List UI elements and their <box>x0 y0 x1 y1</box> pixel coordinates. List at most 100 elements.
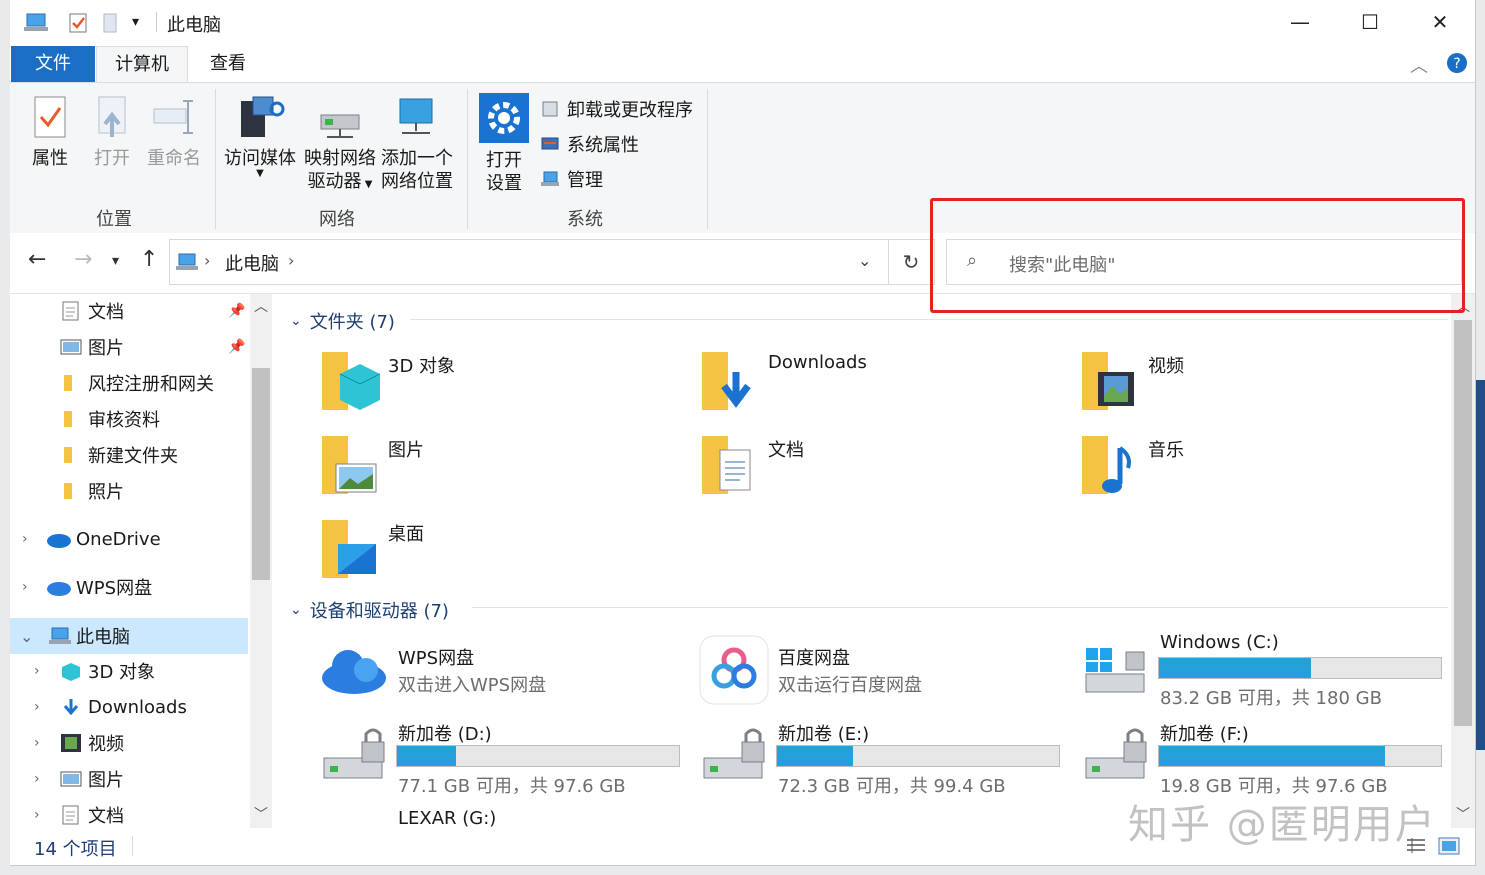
system-properties-button[interactable]: 系统属性 <box>540 130 639 158</box>
up-arrow-icon[interactable]: ↑ <box>140 247 158 272</box>
map-drive-label-line2: 驱动器 <box>307 171 362 192</box>
content-scroll-thumb[interactable] <box>1454 320 1472 726</box>
expand-chevron-icon[interactable]: › <box>34 807 40 823</box>
nav-item-documents[interactable]: › 文档 <box>10 798 250 828</box>
locked-drive-icon <box>323 728 385 779</box>
forward-arrow-icon[interactable]: → <box>74 247 92 272</box>
address-box[interactable]: › 此电脑 › ⌄ <box>169 239 889 285</box>
tab-view[interactable]: 查看 <box>196 46 260 82</box>
folder-desktop[interactable]: 桌面 <box>320 518 700 598</box>
nav-item-downloads[interactable]: › Downloads <box>10 690 250 724</box>
nav-item-wps-drive[interactable]: › WPS网盘 <box>10 570 250 604</box>
properties-button[interactable]: 属性 <box>24 95 76 170</box>
scroll-down-icon[interactable]: ﹀ <box>254 804 268 824</box>
tab-file[interactable]: 文件 <box>11 46 95 82</box>
search-highlight-box <box>930 198 1465 313</box>
folder-music-icon <box>1082 436 1131 494</box>
nav-scroll-thumb[interactable] <box>252 368 270 580</box>
expand-chevron-icon[interactable]: › <box>34 663 40 679</box>
nav-item-videos[interactable]: › 视频 <box>10 726 250 760</box>
nav-item-folder[interactable]: 审核资料 <box>10 402 250 436</box>
large-icons-view-icon[interactable] <box>1438 837 1460 855</box>
nav-item-folder[interactable]: 照片 <box>10 474 250 508</box>
device-subtitle: 双击运行百度网盘 <box>778 675 922 696</box>
device-wps-drive[interactable]: WPS网盘 双击进入WPS网盘 <box>318 644 698 724</box>
collapse-chevron-icon[interactable]: ⌄ <box>20 627 33 646</box>
nav-item-this-pc[interactable]: ⌄ 此电脑 <box>10 618 248 654</box>
nav-item-pictures[interactable]: 图片 📌 <box>10 330 250 364</box>
address-dropdown-icon[interactable]: ⌄ <box>858 251 871 270</box>
system-properties-icon <box>541 137 559 150</box>
title-bar: ▾ 此电脑 — ☐ ✕ <box>10 0 1475 44</box>
breadcrumb-this-pc[interactable]: 此电脑 <box>225 250 279 276</box>
customize-toolbar-chevron-icon[interactable]: ▾ <box>132 14 139 30</box>
devices-group-header[interactable]: ⌄ 设备和驱动器 (7) <box>290 597 449 623</box>
folder-downloads[interactable]: Downloads <box>700 350 1080 430</box>
nav-item-3d-objects[interactable]: › 3D 对象 <box>10 654 250 688</box>
nav-label: 文档 <box>88 302 124 323</box>
nav-item-folder[interactable]: 风控注册和网关 <box>10 366 250 400</box>
add-location-label-line1: 添加一个 <box>381 148 453 169</box>
devices-header-label: 设备和驱动器 (7) <box>309 601 449 622</box>
breadcrumb-chevron-icon[interactable]: › <box>288 251 294 270</box>
device-baidu-netdisk[interactable]: 百度网盘 双击运行百度网盘 <box>698 635 1078 724</box>
expand-chevron-icon[interactable]: › <box>34 699 40 715</box>
nav-item-onedrive[interactable]: › OneDrive <box>10 522 250 556</box>
device-drive-e[interactable]: 新加卷 (E:) 72.3 GB 可用，共 99.4 GB <box>698 720 1078 800</box>
status-divider <box>132 836 133 856</box>
expand-chevron-icon[interactable]: › <box>22 531 28 547</box>
folder-videos[interactable]: 视频 <box>1080 350 1460 430</box>
device-drive-g[interactable]: LEXAR (G:) <box>318 808 698 828</box>
expand-chevron-icon[interactable]: › <box>22 579 28 595</box>
folders-group-header[interactable]: ⌄ 文件夹 (7) <box>290 308 395 334</box>
group-divider <box>472 607 1448 608</box>
device-drive-d[interactable]: 新加卷 (D:) 77.1 GB 可用，共 97.6 GB <box>318 720 698 800</box>
expand-chevron-icon[interactable]: › <box>34 735 40 751</box>
windows-drive-icon <box>1085 648 1145 693</box>
nav-scrollbar[interactable]: ︿ ﹀ <box>250 294 272 828</box>
refresh-icon[interactable]: ↻ <box>888 239 935 285</box>
nav-label: 审核资料 <box>88 410 160 431</box>
collapse-ribbon-icon[interactable]: ︿ <box>1410 52 1428 78</box>
back-arrow-icon[interactable]: ← <box>28 247 46 272</box>
collapse-chevron-icon[interactable]: ⌄ <box>290 602 302 618</box>
rename-button[interactable]: 重命名 <box>144 95 204 170</box>
open-button[interactable]: 打开 <box>88 95 136 170</box>
nav-item-documents[interactable]: 文档 📌 <box>10 294 250 328</box>
tab-computer[interactable]: 计算机 <box>96 46 188 83</box>
help-icon[interactable]: ? <box>1446 52 1468 74</box>
folder-documents[interactable]: 文档 <box>700 434 1080 514</box>
collapse-chevron-icon[interactable]: ⌄ <box>290 313 302 329</box>
device-drive-f[interactable]: 新加卷 (F:) 19.8 GB 可用，共 97.6 GB <box>1080 720 1460 800</box>
folder-3d-objects[interactable]: 3D 对象 <box>320 350 700 430</box>
expand-chevron-icon[interactable]: › <box>34 771 40 787</box>
device-name: 新加卷 (D:) <box>398 724 492 745</box>
scroll-down-icon[interactable]: ﹀ <box>1456 804 1470 824</box>
new-folder-quick-icon[interactable] <box>102 12 120 34</box>
pin-icon[interactable]: 📌 <box>228 339 245 355</box>
document-icon <box>62 301 79 321</box>
dropdown-chevron-icon: ▼ <box>256 168 264 179</box>
close-button[interactable]: ✕ <box>1405 0 1475 44</box>
scroll-up-icon[interactable]: ︿ <box>254 296 268 316</box>
minimize-button[interactable]: — <box>1265 0 1335 44</box>
access-media-button[interactable]: 访问媒体 ▼ <box>222 95 298 179</box>
device-drive-c[interactable]: Windows (C:) 83.2 GB 可用，共 180 GB <box>1080 632 1460 712</box>
breadcrumb-chevron-icon[interactable]: › <box>204 251 210 270</box>
content-scrollbar[interactable]: ︿ ﹀ <box>1451 294 1475 828</box>
map-network-drive-button[interactable]: 映射网络 驱动器 ▼ <box>302 95 378 196</box>
maximize-button[interactable]: ☐ <box>1335 0 1405 44</box>
open-settings-button[interactable]: 打开 设置 <box>476 93 532 195</box>
pin-icon[interactable]: 📌 <box>228 303 245 319</box>
device-capacity: 83.2 GB 可用，共 180 GB <box>1160 688 1382 709</box>
nav-item-folder[interactable]: 新建文件夹 <box>10 438 250 472</box>
nav-item-pictures[interactable]: › 图片 <box>10 762 250 796</box>
folder-pictures[interactable]: 图片 <box>320 434 700 514</box>
recent-locations-chevron-icon[interactable]: ▾ <box>112 253 119 269</box>
properties-quick-icon[interactable] <box>68 12 90 34</box>
uninstall-programs-button[interactable]: 卸载或更改程序 <box>540 95 693 123</box>
manage-button[interactable]: 管理 <box>540 165 603 193</box>
properties-label: 属性 <box>32 148 68 169</box>
add-network-location-button[interactable]: 添加一个 网络位置 <box>378 95 456 193</box>
folder-music[interactable]: 音乐 <box>1080 434 1460 514</box>
